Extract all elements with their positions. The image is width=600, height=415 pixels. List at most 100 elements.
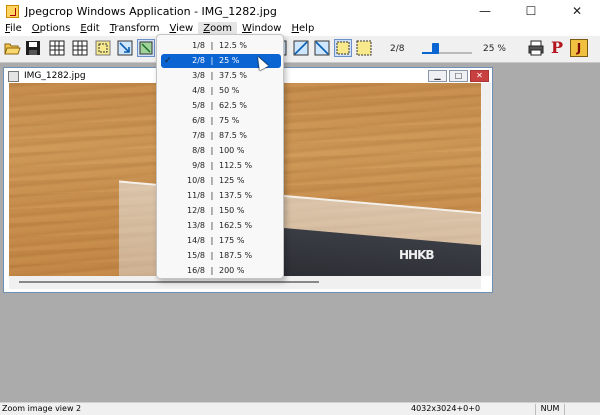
zoom-menu-item[interactable]: 1/8 | 12.5 % [161,39,281,53]
zoom-fraction-label: 2/8 [390,44,405,54]
zoom-slider[interactable] [422,43,472,54]
printer-icon[interactable] [527,39,545,57]
zoom-menu-item[interactable]: 12/8 | 150 % [161,204,281,218]
zoom-menu-fraction: 9/8 [192,161,205,170]
zoom-menu-item[interactable]: 5/8 | 62.5 % [161,99,281,113]
zoom-menu-percent: 37.5 % [219,71,247,80]
window-controls: — ☐ ✕ [462,0,600,22]
status-image-dimensions: 4032x3024+0+0 [411,404,481,413]
p-icon[interactable]: P [548,39,566,57]
zoom-menu-item[interactable]: 8/8 | 100 % [161,144,281,158]
toolbar: 2/8 25 % P J [0,36,600,63]
zoom-menu-separator: | [210,266,214,275]
photo-keyboard-logo: HHKB [399,248,435,262]
title-bar: Jpegcrop Windows Application - IMG_1282.… [0,0,600,22]
zoom-menu-separator: | [210,101,214,110]
zoom-menu: 1/8 | 12.5 % ✓ 2/8 | 25 % 3/8 | 37.5 % 4/8 | 50 % 5/8… [156,34,284,279]
zoom-menu-separator: | [210,41,214,50]
zoom-menu-fraction: 6/8 [192,116,205,125]
zoom-menu-percent: 87.5 % [219,131,247,140]
zoom-menu-fraction: 8/8 [192,146,205,155]
zoom-percent-label: 25 % [483,44,506,54]
image-icon [8,70,19,82]
zoom-menu-separator: | [210,176,214,185]
menu-label: oom [210,23,233,34]
zoom-menu-fraction: 4/8 [192,86,205,95]
menu-accelerator: W [242,23,252,34]
select-dotted-icon[interactable] [334,39,352,57]
zoom-menu-separator: | [210,131,214,140]
arrow-in-icon[interactable] [116,39,134,57]
zoom-menu-item[interactable]: 9/8 | 112.5 % [161,159,281,173]
menu-label: elp [299,23,315,34]
zoom-menu-percent: 62.5 % [219,101,247,110]
zoom-menu-item[interactable]: 10/8 | 125 % [161,174,281,188]
crop-active-icon[interactable] [137,39,155,57]
select-dotted2-icon[interactable] [355,39,373,57]
zoom-menu-percent: 25 % [219,56,240,65]
zoom-menu-separator: | [210,221,214,230]
menu-label: ransform [114,23,160,34]
arrow-diag-icon[interactable] [292,39,310,57]
zoom-menu-fraction: 2/8 [192,56,205,65]
zoom-menu-percent: 112.5 % [219,161,253,170]
child-window-controls: ▁ □ ✕ [428,70,489,82]
open-folder-icon[interactable] [3,39,21,57]
zoom-menu-percent: 150 % [219,206,245,215]
child-close-button[interactable]: ✕ [470,70,489,82]
arrow-diag2-icon[interactable] [313,39,331,57]
app-icon [6,4,19,18]
zoom-menu-separator: | [210,71,214,80]
status-bar: Zoom image view 2 4032x3024+0+0 NUM [0,402,600,415]
zoom-menu-fraction: 15/8 [187,251,205,260]
zoom-menu-fraction: 13/8 [187,221,205,230]
menu-transform[interactable]: Transform [105,22,165,36]
zoom-menu-separator: | [210,146,214,155]
child-maximize-button[interactable]: □ [449,70,468,82]
zoom-menu-item[interactable]: 6/8 | 75 % [161,114,281,128]
crop-select-icon[interactable] [94,39,112,57]
zoom-menu-percent: 75 % [219,116,240,125]
zoom-menu-percent: 137.5 % [219,191,253,200]
child-minimize-button[interactable]: ▁ [428,70,447,82]
status-message: Zoom image view 2 [2,404,82,413]
zoom-menu-percent: 12.5 % [219,41,247,50]
zoom-menu-item[interactable]: 7/8 | 87.5 % [161,129,281,143]
menu-options[interactable]: Options [27,22,76,36]
grid-icon[interactable] [48,39,66,57]
zoom-menu-fraction: 16/8 [187,266,205,275]
zoom-menu-item[interactable]: 16/8 | 200 % [161,264,281,278]
zoom-menu-item[interactable]: 11/8 | 137.5 % [161,189,281,203]
zoom-menu-item[interactable]: 4/8 | 50 % [161,84,281,98]
zoom-menu-fraction: 11/8 [187,191,205,200]
zoom-menu-separator: | [210,161,214,170]
menu-file[interactable]: File [0,22,27,36]
zoom-menu-percent: 125 % [219,176,245,185]
menu-label: dit [86,23,100,34]
j-icon[interactable]: J [570,39,588,57]
menu-edit[interactable]: Edit [75,22,104,36]
menu-label: ile [10,23,22,34]
zoom-menu-fraction: 5/8 [192,101,205,110]
horizontal-scroll-thumb[interactable] [19,281,319,283]
zoom-menu-item[interactable]: 13/8 | 162.5 % [161,219,281,233]
zoom-menu-item[interactable]: 14/8 | 175 % [161,234,281,248]
vertical-scrollbar[interactable] [481,83,491,276]
save-icon[interactable] [24,39,42,57]
zoom-slider-thumb[interactable] [431,43,439,54]
zoom-menu-fraction: 3/8 [192,71,205,80]
grid-select-icon[interactable] [71,39,89,57]
menu-accelerator: H [291,23,300,34]
zoom-menu-percent: 162.5 % [219,221,253,230]
zoom-menu-separator: | [210,251,214,260]
minimize-button[interactable]: — [462,0,508,22]
menu-help[interactable]: Help [286,22,319,36]
menu-label: ptions [39,23,71,34]
zoom-menu-item[interactable]: 3/8 | 37.5 % [161,69,281,83]
zoom-menu-item[interactable]: 15/8 | 187.5 % [161,249,281,263]
zoom-menu-percent: 200 % [219,266,245,275]
zoom-menu-fraction: 14/8 [187,236,205,245]
close-button[interactable]: ✕ [554,0,600,22]
zoom-menu-separator: | [210,206,214,215]
maximize-button[interactable]: ☐ [508,0,554,22]
